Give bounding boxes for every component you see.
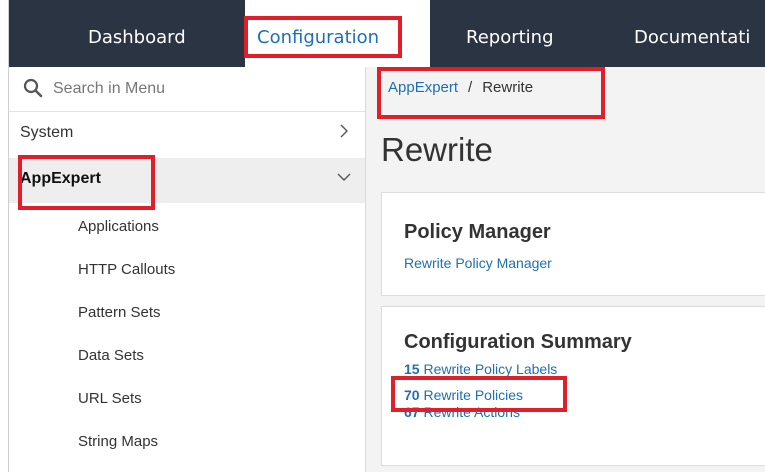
sidebar-item-label: AppExpert — [20, 170, 101, 187]
policy-manager-heading: Policy Manager — [404, 221, 551, 243]
link-label: Rewrite Policy Labels — [423, 361, 558, 377]
count: 15 — [404, 361, 420, 377]
sidebar-subitem-string-maps[interactable]: String Maps — [78, 433, 158, 450]
link-label: Rewrite Policies — [423, 387, 524, 403]
sidebar-subitem-url-sets[interactable]: URL Sets — [78, 390, 142, 407]
count: 70 — [404, 387, 420, 403]
tab-dashboard[interactable]: Dashboard — [88, 0, 186, 67]
tab-documentation[interactable]: Documentati — [634, 0, 750, 67]
configuration-summary-heading: Configuration Summary — [404, 331, 632, 353]
chevron-down-icon — [337, 173, 351, 181]
main-content: AppExpert / Rewrite Rewrite Policy Manager… — [366, 67, 765, 472]
rewrite-policies-link[interactable]: 70 Rewrite Policies — [404, 387, 523, 403]
sidebar-subitem-data-sets[interactable]: Data Sets — [78, 347, 144, 364]
page-title: Rewrite — [381, 131, 493, 168]
search-input[interactable] — [53, 76, 343, 102]
search-bar — [9, 67, 365, 112]
window-edge — [0, 0, 9, 472]
link-label: Rewrite Actions — [423, 404, 520, 420]
top-nav: Dashboard Configuration Reporting Docume… — [9, 0, 765, 67]
breadcrumb: AppExpert / Rewrite — [388, 79, 533, 96]
sidebar-item-label: System — [20, 124, 74, 141]
count: 67 — [404, 404, 420, 420]
chevron-right-icon — [340, 124, 348, 138]
tab-configuration[interactable]: Configuration — [245, 0, 430, 67]
search-icon — [23, 78, 43, 98]
breadcrumb-current: Rewrite — [482, 79, 534, 96]
rewrite-actions-link[interactable]: 67 Rewrite Actions — [404, 404, 520, 420]
sidebar-item-system[interactable]: System — [9, 112, 365, 157]
sidebar-subitem-http-callouts[interactable]: HTTP Callouts — [78, 261, 175, 278]
tab-reporting[interactable]: Reporting — [466, 0, 554, 67]
rewrite-policy-manager-link[interactable]: Rewrite Policy Manager — [404, 255, 552, 271]
breadcrumb-link-appexpert[interactable]: AppExpert — [388, 79, 458, 96]
configuration-summary-card: Configuration Summary 15 Rewrite Policy … — [381, 306, 765, 466]
sidebar-subitem-pattern-sets[interactable]: Pattern Sets — [78, 304, 161, 321]
policy-manager-card: Policy Manager Rewrite Policy Manager — [381, 192, 765, 296]
breadcrumb-separator: / — [468, 79, 473, 96]
sidebar-subitem-applications[interactable]: Applications — [78, 218, 159, 235]
sidebar: System AppExpert Applications HTTP Callo… — [9, 67, 366, 472]
sidebar-item-appexpert[interactable]: AppExpert — [9, 158, 365, 203]
rewrite-policy-labels-link[interactable]: 15 Rewrite Policy Labels — [404, 361, 557, 377]
